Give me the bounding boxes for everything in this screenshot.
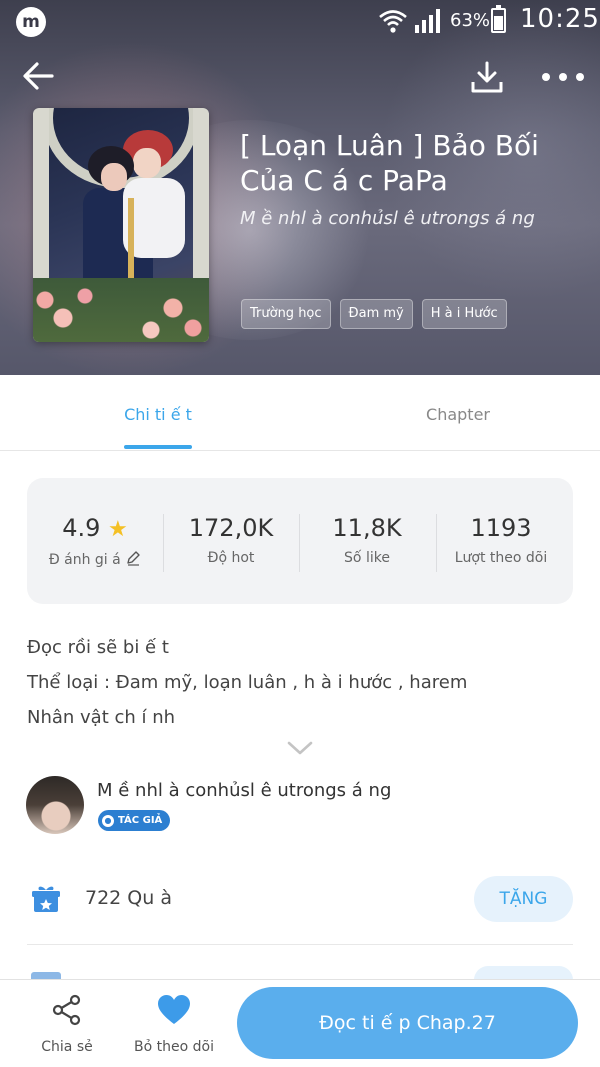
rating-label: Đ ánh gi á	[27, 550, 163, 568]
tab-bar: Chi ti ế t Chapter	[0, 375, 600, 451]
manga-author-line: M ề nhl à conhủsl ê utrongs á ng	[240, 208, 535, 229]
bottom-action-bar: Chia sẻ Bỏ theo dõi Đọc ti ế p Chap.27	[0, 979, 600, 1067]
stat-hot: 172,0K Độ hot	[163, 514, 299, 566]
description: Đọc rồi sẽ bi ế t Thể loại : Đam mỹ, loạ…	[27, 634, 573, 739]
author-badge-label: TÁC GIẢ	[118, 815, 163, 826]
battery-percent: 63%	[450, 10, 491, 31]
gift-icon	[32, 886, 60, 912]
gift-button[interactable]: TẶNG	[474, 876, 573, 922]
wifi-icon	[379, 10, 407, 33]
manga-title: [ Loạn Luân ] Bảo Bối Của C á c PaPa	[240, 129, 539, 197]
tag-school[interactable]: Trường học	[241, 299, 331, 329]
follows-value: 1193	[470, 514, 532, 542]
battery-icon	[491, 5, 506, 33]
more-icon[interactable]	[540, 70, 586, 84]
back-arrow-icon[interactable]	[20, 58, 56, 94]
author-badge: ● TÁC GIẢ	[98, 810, 171, 831]
gift-count: 722 Qu à	[85, 887, 172, 909]
water-drop-icon: ●	[102, 814, 114, 827]
pencil-icon	[127, 551, 140, 566]
status-bar: m 63% 10:25	[0, 0, 600, 42]
unfollow-button[interactable]: Bỏ theo dõi	[124, 994, 224, 1055]
app-logo-icon: m	[16, 7, 46, 37]
tab-active-indicator	[124, 445, 192, 449]
heart-icon	[158, 995, 190, 1024]
likes-value: 11,8K	[332, 514, 402, 542]
hot-value: 172,0K	[188, 514, 274, 542]
author-name[interactable]: M ề nhl à conhủsl ê utrongs á ng	[97, 780, 391, 801]
description-line: Thể loại : Đam mỹ, loạn luân , h à i hướ…	[27, 672, 468, 693]
tag-bl[interactable]: Đam mỹ	[339, 299, 413, 329]
star-icon: ★	[108, 517, 128, 542]
unfollow-label: Bỏ theo dõi	[134, 1039, 214, 1055]
hot-label: Độ hot	[207, 550, 255, 566]
signal-icon	[415, 9, 440, 33]
divider	[27, 944, 573, 945]
tag-comedy[interactable]: H à i Hước	[421, 299, 507, 329]
description-line: Nhân vật ch í nh	[27, 707, 176, 728]
share-button[interactable]: Chia sẻ	[30, 994, 104, 1055]
share-label: Chia sẻ	[41, 1039, 93, 1055]
tab-details[interactable]: Chi ti ế t	[118, 405, 198, 424]
stat-rating[interactable]: 4.9 ★ Đ ánh gi á	[27, 514, 163, 568]
follows-label: Lượt theo dõi	[454, 550, 548, 566]
next-row-button[interactable]	[474, 966, 573, 980]
status-clock: 10:25	[520, 4, 600, 34]
genre-tags: Trường học Đam mỹ H à i Hước	[241, 299, 507, 329]
continue-reading-button[interactable]: Đọc ti ế p Chap.27	[237, 987, 578, 1059]
likes-label: Số like	[344, 550, 390, 566]
stat-follows: 1193 Lượt theo dõi	[433, 514, 569, 566]
download-icon[interactable]	[470, 60, 504, 94]
stats-card: 4.9 ★ Đ ánh gi á 172,0K Độ hot 11,8K Số …	[27, 478, 573, 604]
cover-image	[33, 108, 209, 342]
rating-value: 4.9 ★	[62, 514, 128, 542]
chevron-down-icon[interactable]	[286, 740, 314, 756]
author-avatar[interactable]	[26, 776, 84, 834]
stat-likes: 11,8K Số like	[299, 514, 435, 566]
share-icon	[52, 994, 81, 1026]
tab-chapter[interactable]: Chapter	[418, 405, 498, 424]
manga-header: m 63% 10:25 [Loạn Luân] Bảo Bối Của C …	[0, 0, 600, 375]
description-line: Đọc rồi sẽ bi ế t	[27, 637, 169, 658]
